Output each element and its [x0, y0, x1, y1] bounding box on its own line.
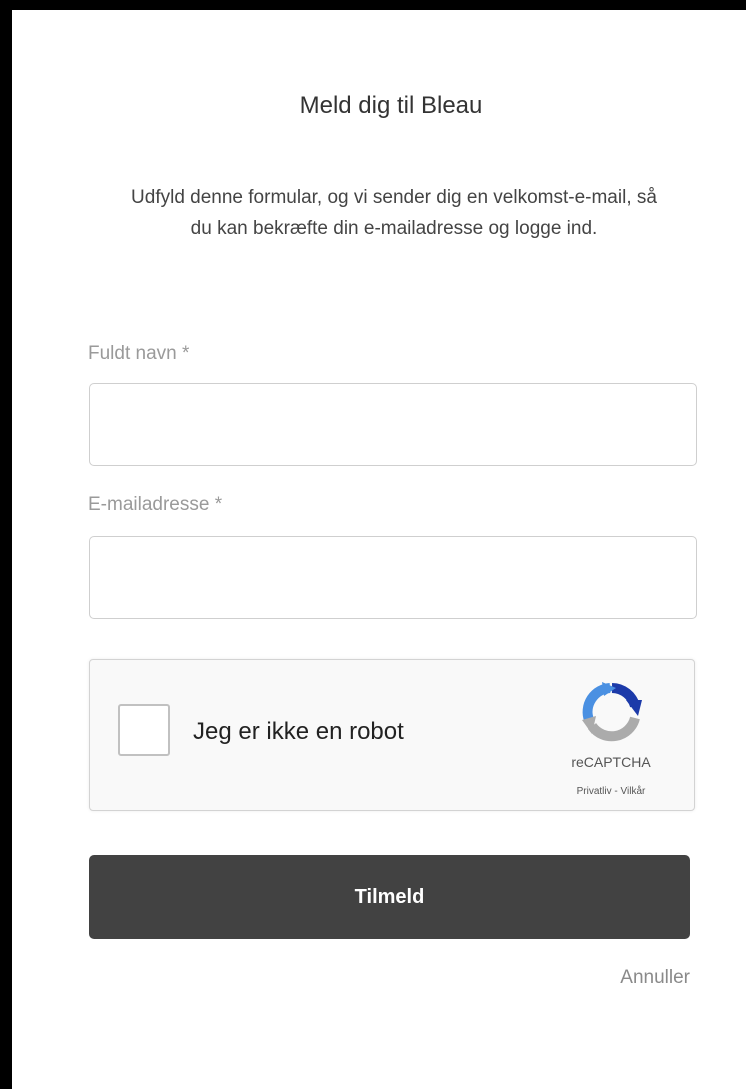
- email-input[interactable]: [89, 536, 697, 619]
- recaptcha-brand: reCAPTCHA: [571, 754, 651, 770]
- signup-dialog: Meld dig til Bleau Udfyld denne formular…: [0, 0, 746, 1089]
- recaptcha-privacy-link[interactable]: Privatliv: [577, 786, 612, 797]
- recaptcha-links: Privatliv - Vilkår: [526, 786, 696, 797]
- cancel-link[interactable]: Annuller: [620, 967, 690, 989]
- full-name-label: Fuldt navn *: [88, 343, 190, 364]
- recaptcha-terms-link[interactable]: Vilkår: [621, 786, 646, 797]
- recaptcha-links-separator: -: [611, 786, 621, 797]
- page-title: Meld dig til Bleau: [299, 92, 483, 119]
- recaptcha-checkbox[interactable]: [118, 704, 170, 756]
- recaptcha-widget: Jeg er ikke en robot reCAPTCHA Privatliv…: [89, 659, 695, 811]
- submit-button[interactable]: Tilmeld: [89, 855, 690, 939]
- recaptcha-label: Jeg er ikke en robot: [193, 718, 404, 745]
- email-label: E-mailadresse *: [88, 494, 223, 515]
- intro-text: Udfyld denne formular, og vi sender dig …: [131, 187, 657, 239]
- recaptcha-logo-icon: [582, 682, 642, 742]
- full-name-input[interactable]: [89, 383, 697, 466]
